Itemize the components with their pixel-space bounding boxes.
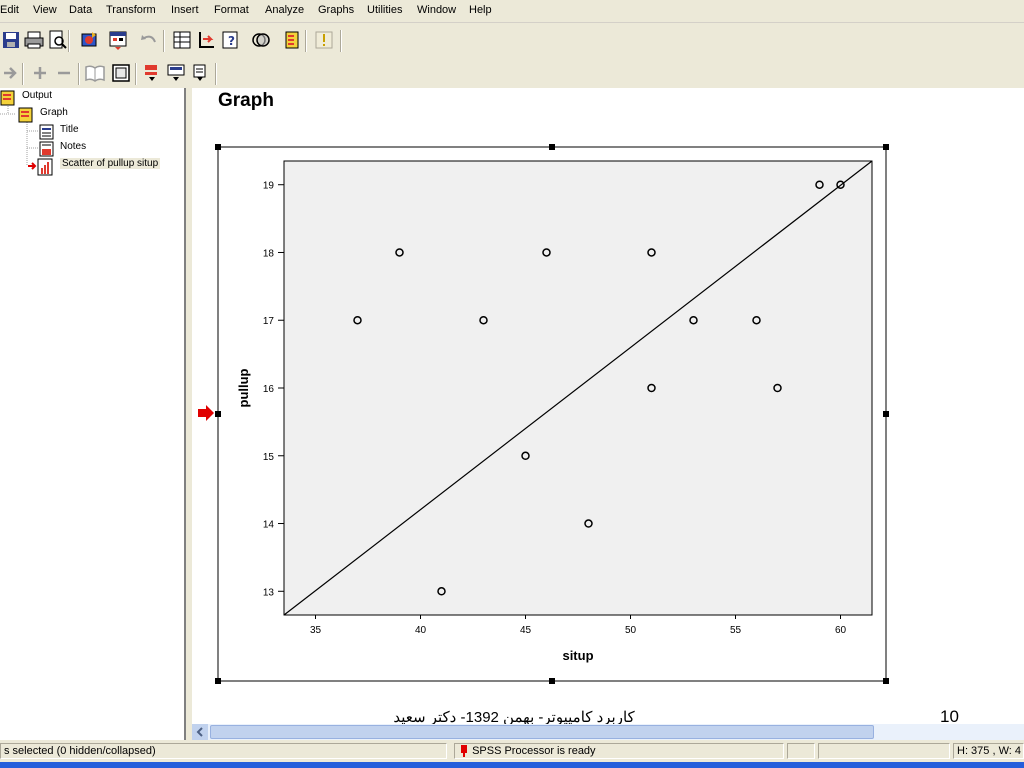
scroll-thumb[interactable] (210, 725, 874, 739)
menu-item-window[interactable]: Window (417, 4, 456, 16)
insert-text-icon[interactable] (189, 62, 211, 84)
graph-book-icon (18, 107, 33, 123)
menu-item-insert[interactable]: Insert (171, 4, 199, 16)
resize-handle[interactable] (883, 411, 889, 417)
horizontal-scrollbar[interactable] (192, 724, 1024, 740)
scroll-left-button[interactable] (192, 724, 208, 740)
status-dimensions: H: 375 , W: 4 (953, 743, 1024, 759)
y-tick-label: 18 (263, 248, 275, 259)
menu-bar: Edit View Data Transform Insert Format Analyze… (0, 0, 1024, 23)
x-axis-label: situp (562, 648, 593, 663)
y-tick-label: 15 (263, 452, 275, 463)
main-toolbar: ? (0, 26, 1024, 56)
x-tick-label: 35 (310, 625, 322, 636)
x-tick-label: 45 (520, 625, 532, 636)
tree-item-label: Scatter of pullup situp (60, 158, 161, 169)
output-book-icon (0, 90, 15, 106)
taskbar (0, 762, 1024, 768)
expand-icon[interactable] (29, 62, 51, 84)
menu-item-view[interactable]: View (33, 4, 57, 16)
y-axis-label: pullup (236, 368, 251, 407)
tree-item-label: Graph (40, 107, 68, 118)
title-page-icon (39, 124, 54, 140)
status-pane-empty (818, 743, 950, 759)
menu-item-data[interactable]: Data (69, 4, 92, 16)
x-tick-label: 55 (730, 625, 742, 636)
tree-item-label: Output (22, 90, 53, 101)
print-preview-icon[interactable] (46, 29, 68, 51)
y-tick-label: 13 (263, 587, 275, 598)
hide-icon[interactable] (110, 62, 132, 84)
y-tick-label: 17 (263, 316, 275, 327)
x-tick-label: 50 (625, 625, 637, 636)
resize-handle[interactable] (883, 144, 889, 150)
processor-icon (461, 745, 467, 757)
print-icon[interactable] (23, 29, 45, 51)
selection-arrow-icon (198, 405, 214, 421)
output-content-pane: Graph 35 40 45 50 55 60 13 14 15 16 17 18 19 situp p… (192, 88, 1024, 724)
resize-handle[interactable] (549, 678, 555, 684)
resize-handle[interactable] (215, 678, 221, 684)
resize-handle[interactable] (215, 144, 221, 150)
tree-item-label: Notes (60, 141, 87, 152)
status-processor-text: SPSS Processor is ready (472, 745, 596, 757)
promote-icon[interactable] (0, 62, 22, 84)
variables-icon[interactable]: ? (220, 29, 242, 51)
goto-data-icon[interactable] (171, 29, 193, 51)
slide-number: 10 (940, 707, 959, 724)
menu-item-graphs[interactable]: Graphs (318, 4, 354, 16)
save-icon[interactable] (0, 29, 22, 51)
notes-page-icon (39, 141, 54, 157)
chevron-left-icon (196, 727, 203, 737)
y-tick-label: 14 (263, 520, 275, 531)
outline-pane: Output Graph Title Notes Scatter of pull… (0, 88, 186, 740)
status-selection: s selected (0 hidden/collapsed) (0, 743, 447, 759)
recall-dialog-icon[interactable] (107, 29, 129, 51)
menu-item-transform[interactable]: Transform (106, 4, 156, 16)
resize-handle[interactable] (549, 144, 555, 150)
scatterplot-icon (28, 158, 53, 176)
status-processor: SPSS Processor is ready (454, 743, 784, 759)
menu-item-utilities[interactable]: Utilities (367, 4, 402, 16)
undo-icon[interactable] (138, 29, 160, 51)
insert-title-icon[interactable] (165, 62, 187, 84)
designate-window-icon[interactable] (281, 29, 303, 51)
export-icon[interactable] (78, 29, 100, 51)
menu-item-edit[interactable]: Edit (0, 4, 19, 16)
insert-heading-icon[interactable] (141, 62, 163, 84)
outline-toolbar (0, 59, 1024, 87)
y-tick-label: 16 (263, 384, 275, 395)
menu-item-help[interactable]: Help (469, 4, 492, 16)
status-pane-empty (787, 743, 815, 759)
x-tick-label: 40 (415, 625, 427, 636)
goto-case-icon[interactable] (195, 29, 217, 51)
y-tick-label: 19 (263, 181, 275, 192)
x-tick-label: 60 (835, 625, 847, 636)
menu-item-format[interactable]: Format (214, 4, 249, 16)
use-sets-icon[interactable] (250, 29, 272, 51)
footer-text: کاربرد کامپیوتر- بهمن 1392- دکتر سعید رس… (393, 709, 635, 724)
run-icon[interactable] (313, 29, 335, 51)
scatter-chart[interactable]: 35 40 45 50 55 60 13 14 15 16 17 18 19 situp pullup (192, 88, 952, 688)
show-icon[interactable] (84, 62, 106, 84)
collapse-icon[interactable] (53, 62, 75, 84)
tree-item-label: Title (60, 124, 79, 135)
resize-handle[interactable] (883, 678, 889, 684)
menu-item-analyze[interactable]: Analyze (265, 4, 304, 16)
resize-handle[interactable] (215, 411, 221, 417)
status-bar: s selected (0 hidden/collapsed) SPSS Pro… (0, 740, 1024, 762)
svg-text:?: ? (228, 34, 235, 48)
